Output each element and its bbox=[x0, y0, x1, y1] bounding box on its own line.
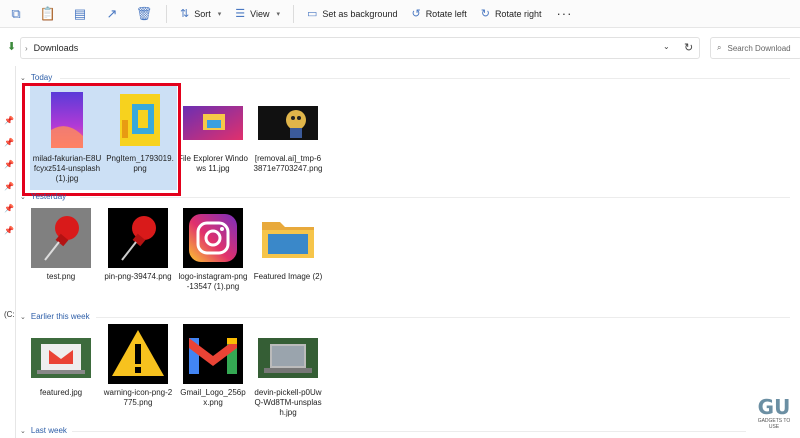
search-placeholder: Search Download bbox=[727, 43, 791, 53]
address-row: ⬇ › Downloads ⌄ ↻ bbox=[0, 34, 800, 62]
file-name: Gmail_Logo_256px.png bbox=[180, 388, 246, 407]
file-name: [removal.ai]_tmp-63871e7703247.png bbox=[253, 154, 323, 173]
share-icon[interactable]: ↗ bbox=[96, 0, 128, 28]
file-item[interactable]: warning-icon-png-2775.png bbox=[101, 320, 175, 424]
pin-icon[interactable]: 📌 bbox=[4, 182, 14, 191]
more-options-button[interactable]: ··· bbox=[556, 6, 572, 21]
image-thumbnail bbox=[108, 324, 168, 384]
file-item[interactable]: test.png bbox=[24, 204, 98, 308]
chevron-down-icon: ▾ bbox=[276, 10, 280, 18]
group-divider bbox=[60, 78, 790, 79]
watermark-logo: GU GADGETS TO USE bbox=[752, 396, 796, 434]
view-icon: ☰ bbox=[235, 8, 246, 20]
rotate-left-button[interactable]: ↺ Rotate left bbox=[404, 0, 473, 28]
toolbar-divider bbox=[293, 4, 294, 23]
paste-icon[interactable]: 📋 bbox=[32, 0, 64, 28]
pin-icon[interactable]: 📌 bbox=[4, 116, 14, 125]
image-thumbnail bbox=[31, 324, 91, 384]
chevron-down-icon: ⌄ bbox=[20, 193, 26, 201]
rotate-left-label: Rotate left bbox=[425, 8, 467, 19]
file-item[interactable]: featured.jpg bbox=[24, 320, 98, 424]
set-background-label: Set as background bbox=[322, 8, 398, 19]
group-divider bbox=[96, 317, 790, 318]
file-name: File Explorer Windows 11.jpg bbox=[178, 154, 248, 173]
group-divider bbox=[72, 431, 746, 432]
delete-icon[interactable]: 🗑 bbox=[128, 0, 160, 28]
watermark-text: GADGETS TO USE bbox=[757, 418, 791, 430]
address-bar[interactable]: › Downloads ⌄ bbox=[20, 37, 700, 59]
breadcrumb[interactable]: Downloads bbox=[34, 43, 79, 53]
image-thumbnail bbox=[258, 324, 318, 384]
sort-button[interactable]: ⇅ Sort ▾ bbox=[173, 0, 228, 28]
search-icon: ⌕ bbox=[717, 43, 722, 52]
image-thumbnail bbox=[108, 208, 168, 268]
image-thumbnail bbox=[258, 90, 318, 150]
rotate-right-icon: ↻ bbox=[480, 8, 490, 20]
download-icon: ⬇ bbox=[7, 41, 17, 53]
file-item[interactable]: File Explorer Windows 11.jpg bbox=[176, 86, 250, 190]
file-name: logo-instagram-png-13547 (1).png bbox=[178, 272, 248, 291]
file-name: test.png bbox=[46, 272, 76, 281]
pin-icon[interactable]: 📌 bbox=[4, 204, 14, 213]
file-name: Featured Image (2) bbox=[253, 272, 323, 281]
group-title: Today bbox=[30, 73, 53, 82]
image-thumbnail bbox=[183, 324, 243, 384]
chevron-down-icon: ▾ bbox=[217, 10, 222, 18]
sort-icon: ⇅ bbox=[180, 8, 190, 20]
search-input[interactable]: ⌕ Search Download bbox=[710, 37, 800, 59]
set-as-background-button[interactable]: ▭ Set as background bbox=[300, 0, 404, 28]
copy-icon[interactable]: ⧉ bbox=[0, 0, 32, 28]
pin-icon[interactable]: 📌 bbox=[4, 138, 14, 147]
chevron-down-icon: ⌄ bbox=[20, 74, 26, 82]
file-name: devin-pickell-p0UwQ-Wd8TM-unsplash.jpg bbox=[254, 388, 322, 417]
chevron-right-icon: › bbox=[25, 43, 28, 53]
folder-icon bbox=[258, 208, 318, 268]
file-item[interactable]: logo-instagram-png-13547 (1).png bbox=[176, 204, 250, 308]
image-thumbnail bbox=[183, 90, 243, 150]
sort-label: Sort bbox=[194, 8, 211, 19]
group-header-yesterday[interactable]: ⌄ Yesterday bbox=[20, 192, 66, 201]
file-item[interactable]: pin-png-39474.png bbox=[101, 204, 175, 308]
group-divider bbox=[80, 197, 790, 198]
group-title: Yesterday bbox=[30, 192, 67, 201]
rotate-right-label: Rotate right bbox=[494, 8, 542, 19]
rotate-left-icon: ↺ bbox=[411, 8, 421, 20]
selection-highlight-annotation bbox=[22, 83, 181, 196]
group-header-today[interactable]: ⌄ Today bbox=[20, 73, 52, 82]
toolbar-divider bbox=[166, 4, 167, 23]
file-item[interactable]: Gmail_Logo_256px.png bbox=[176, 320, 250, 424]
file-item[interactable]: devin-pickell-p0UwQ-Wd8TM-unsplash.jpg bbox=[251, 320, 325, 424]
pin-icon[interactable]: 📌 bbox=[4, 160, 14, 169]
desktop-icon: ▭ bbox=[307, 8, 318, 20]
file-name: warning-icon-png-2775.png bbox=[103, 388, 173, 407]
command-bar: ⧉ 📋 ▤ ↗ 🗑 ⇅ Sort ▾ ☰ View ▾ ▭ Set as bac… bbox=[0, 0, 800, 28]
rotate-right-button[interactable]: ↻ Rotate right bbox=[474, 0, 549, 28]
navigation-pane: 📌 📌 📌 📌 📌 📌 (C: bbox=[0, 66, 16, 438]
rename-icon[interactable]: ▤ bbox=[64, 0, 96, 28]
drive-label[interactable]: (C: bbox=[4, 310, 15, 319]
file-name: featured.jpg bbox=[39, 388, 83, 397]
pin-icon[interactable]: 📌 bbox=[4, 226, 14, 235]
watermark-mark: GU bbox=[757, 395, 791, 419]
refresh-icon[interactable]: ↻ bbox=[684, 41, 693, 54]
chevron-down-icon[interactable]: ⌄ bbox=[663, 42, 670, 51]
view-label: View bbox=[250, 8, 270, 19]
file-item[interactable]: Featured Image (2) bbox=[251, 204, 325, 308]
chevron-down-icon: ⌄ bbox=[20, 427, 26, 435]
view-button[interactable]: ☰ View ▾ bbox=[228, 0, 287, 28]
group-title: Last week bbox=[30, 426, 67, 435]
image-thumbnail bbox=[183, 208, 243, 268]
image-thumbnail bbox=[31, 208, 91, 268]
file-item[interactable]: [removal.ai]_tmp-63871e7703247.png bbox=[251, 86, 325, 190]
group-header-last-week[interactable]: ⌄ Last week bbox=[20, 426, 67, 435]
file-name: pin-png-39474.png bbox=[104, 272, 172, 281]
